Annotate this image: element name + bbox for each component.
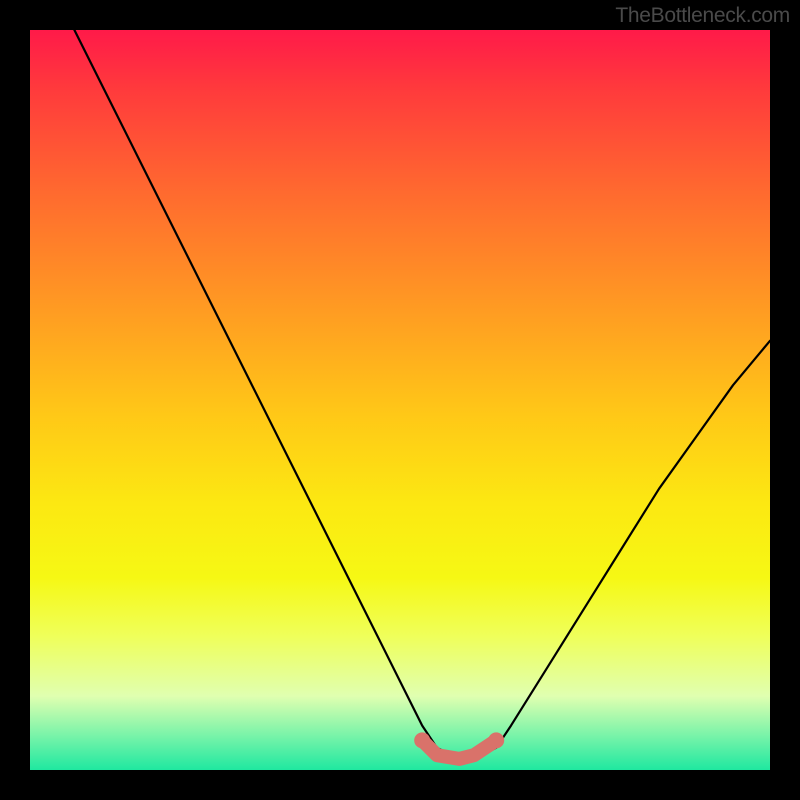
bottleneck-chart xyxy=(30,30,770,770)
chart-svg-layer xyxy=(30,30,770,770)
watermark-text: TheBottleneck.com xyxy=(615,4,790,28)
band-end-dot-left xyxy=(414,732,430,748)
band-end-dot-right xyxy=(488,732,504,748)
minimum-band-path xyxy=(422,740,496,759)
bottleneck-curve-path xyxy=(74,30,770,759)
